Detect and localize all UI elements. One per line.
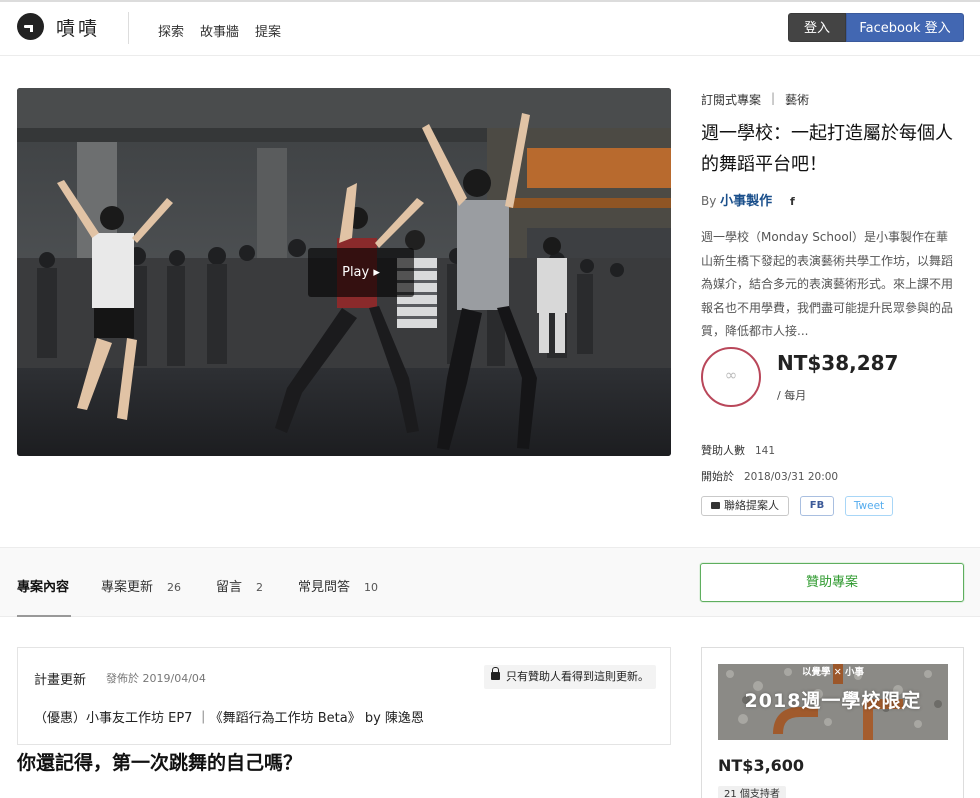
project-category: 訂閱式專案 | 藝術	[701, 91, 809, 108]
update-date: 發佈於 2019/04/04	[106, 672, 206, 685]
backers-only-text: 只有贊助人看得到這則更新。	[506, 670, 649, 683]
reward-price: NT$3,600	[718, 756, 805, 775]
category-link[interactable]: 訂閱式專案	[701, 91, 761, 108]
tab-count: 2	[256, 581, 264, 594]
tab-faq[interactable]: 常見問答 10	[298, 576, 378, 595]
tweet-button[interactable]: Tweet	[845, 496, 893, 516]
update-label: 計畫更新	[34, 673, 87, 688]
project-tab-bar: 專案內容 專案更新 26 留言 2 常見問答 10 贊助專案	[0, 547, 980, 617]
progress-ring: ∞	[701, 347, 761, 407]
message-icon	[711, 501, 720, 509]
update-card[interactable]: 計畫更新 發佈於 2019/04/04 只有贊助人看得到這則更新。 （優惠）小事…	[17, 647, 671, 745]
tab-count: 26	[167, 581, 182, 594]
start-date-row: 開始於 2018/03/31 20:00	[701, 468, 838, 484]
article-heading: 你還記得，第一次跳舞的自己嗎？	[17, 752, 303, 774]
reward-card[interactable]: 以覺學 ✕ 小事 2018週一學校限定 NT$3,600 21 個支持者	[701, 647, 964, 798]
start-label: 開始於	[701, 470, 734, 483]
lock-icon	[491, 667, 500, 680]
monthly-amount: NT$38,287	[777, 351, 899, 375]
update-title[interactable]: （優惠）小事友工作坊 EP7 ｜《舞蹈行為工作坊 Beta》 by 陳逸恩	[34, 707, 424, 726]
login-button[interactable]: 登入	[788, 13, 846, 42]
backers-label: 贊助人數	[701, 444, 745, 457]
tab-label: 專案更新	[101, 580, 154, 595]
reward-image: 以覺學 ✕ 小事 2018週一學校限定	[718, 664, 948, 740]
facebook-icon[interactable]: f	[790, 195, 795, 208]
nav-story-wall[interactable]: 故事牆	[200, 21, 239, 40]
tab-label: 常見問答	[298, 580, 351, 595]
project-title: 週一學校：一起打造屬於每個人的舞蹈平台吧！	[701, 123, 953, 175]
backers-count-row: 贊助人數 141	[701, 442, 775, 458]
project-description: 週一學校（Monday School）是小事製作在華山新生橋下發起的表演藝術共學…	[701, 230, 954, 338]
contact-owner-button[interactable]: 聯絡提案人	[701, 496, 789, 516]
tab-updates[interactable]: 專案更新 26	[101, 576, 181, 595]
subcategory-link[interactable]: 藝術	[785, 91, 809, 108]
reward-image-caption: 以覺學 ✕ 小事	[801, 667, 865, 678]
by-label: By	[701, 194, 717, 208]
tab-comments[interactable]: 留言 2	[216, 576, 263, 595]
nav-propose[interactable]: 提案	[255, 21, 281, 40]
category-separator: |	[771, 91, 776, 105]
brand-name[interactable]: 嘖嘖	[56, 14, 100, 41]
contact-owner-label: 聯絡提案人	[724, 499, 779, 512]
back-project-button[interactable]: 贊助專案	[700, 563, 964, 602]
tab-project-content[interactable]: 專案內容	[17, 576, 69, 595]
author-link[interactable]: 小事製作	[720, 194, 772, 209]
project-video[interactable]: Play ▸	[17, 88, 671, 456]
logo-icon[interactable]	[17, 13, 44, 40]
tab-label: 專案內容	[17, 580, 70, 595]
active-tab-indicator	[17, 615, 71, 617]
backers-value: 141	[755, 445, 776, 457]
facebook-login-button[interactable]: Facebook 登入	[846, 13, 964, 42]
site-header: 嘖嘖 探索 故事牆 提案 登入 Facebook 登入	[0, 0, 980, 56]
backers-only-badge: 只有贊助人看得到這則更新。	[484, 665, 656, 689]
tab-count: 10	[364, 581, 379, 594]
infinity-icon: ∞	[724, 366, 738, 384]
play-button[interactable]: Play ▸	[308, 248, 414, 297]
reward-backers-badge: 21 個支持者	[718, 786, 786, 798]
facebook-share-button[interactable]: FB	[800, 496, 834, 516]
nav-explore[interactable]: 探索	[158, 21, 184, 40]
project-owner: By 小事製作 f	[701, 190, 795, 209]
reward-image-title: 2018週一學校限定	[744, 690, 922, 712]
tab-label: 留言	[216, 580, 243, 595]
amount-period: / 每月	[777, 389, 807, 402]
start-value: 2018/03/31 20:00	[744, 471, 839, 483]
header-divider	[128, 12, 129, 44]
main-nav: 探索 故事牆 提案	[158, 21, 281, 40]
